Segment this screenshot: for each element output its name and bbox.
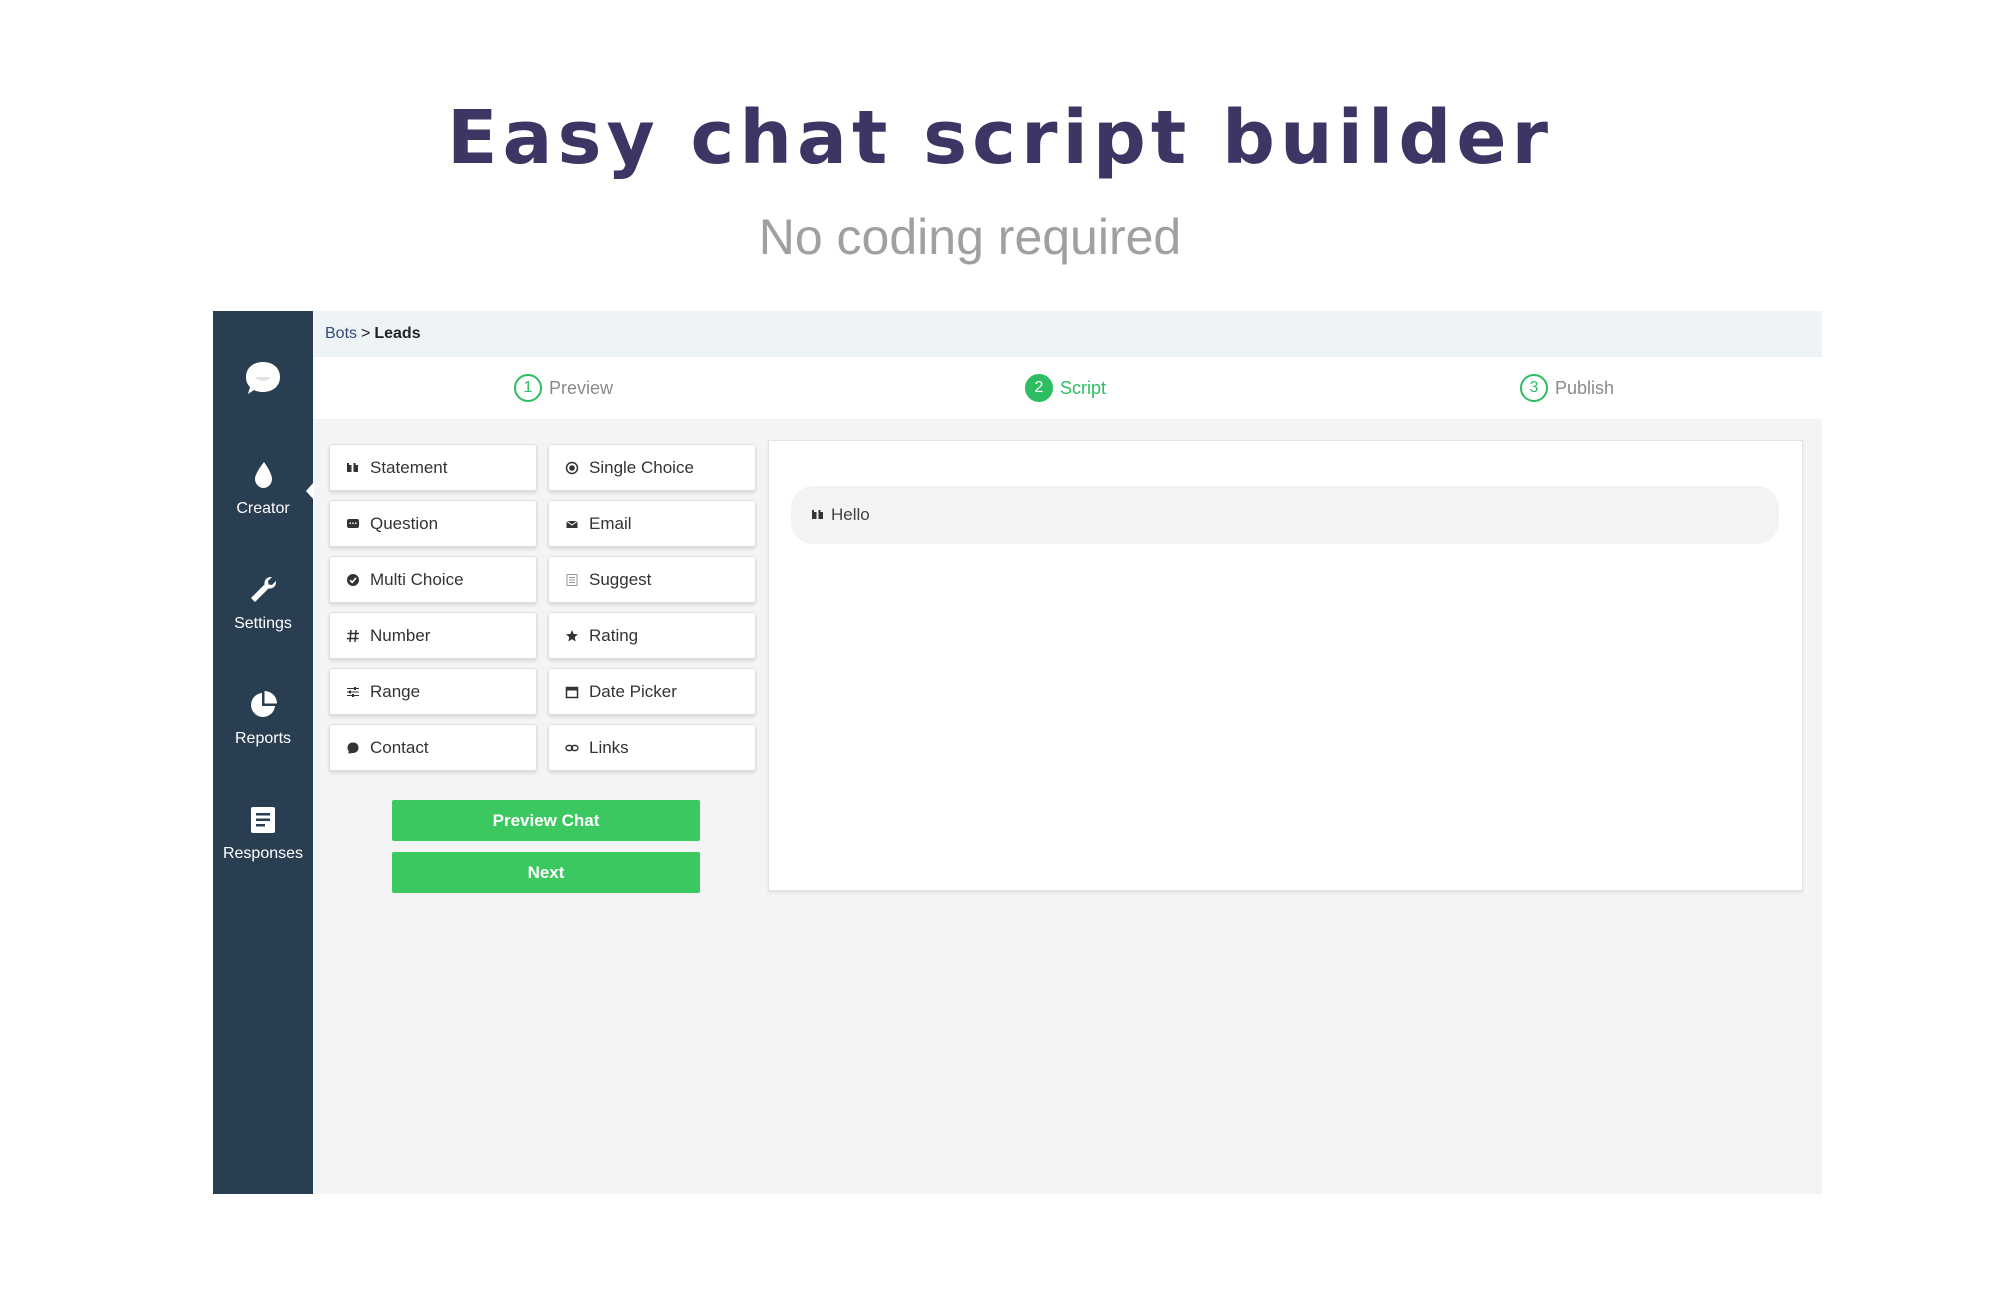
block-date-picker[interactable]: Date Picker bbox=[548, 668, 756, 715]
sidebar: Creator Settings Reports Responses bbox=[213, 311, 314, 1194]
block-single-choice[interactable]: Single Choice bbox=[548, 444, 756, 491]
breadcrumb: Bots > Leads bbox=[325, 325, 421, 343]
step-label: Publish bbox=[1555, 377, 1615, 398]
document-icon bbox=[251, 807, 275, 833]
nav-label-responses: Responses bbox=[222, 845, 304, 862]
step-number: 3 bbox=[1520, 374, 1548, 402]
step-publish[interactable]: 3 Publish bbox=[1520, 374, 1614, 402]
breadcrumb-current: Leads bbox=[374, 325, 421, 342]
nav-item-reports[interactable]: Reports bbox=[213, 689, 313, 748]
breadcrumb-separator: > bbox=[361, 325, 371, 342]
quote-icon bbox=[812, 510, 823, 519]
hash-icon bbox=[347, 629, 359, 642]
block-label: Date Picker bbox=[589, 681, 677, 701]
nav-label-settings: Settings bbox=[234, 615, 292, 632]
block-rating[interactable]: Rating bbox=[548, 612, 756, 659]
drop-icon bbox=[255, 462, 272, 488]
block-label: Statement bbox=[370, 457, 448, 477]
block-number[interactable]: Number bbox=[329, 612, 537, 659]
block-label: Rating bbox=[589, 625, 639, 645]
wrench-icon bbox=[251, 577, 276, 602]
step-preview[interactable]: 1 Preview bbox=[514, 374, 613, 402]
block-label: Email bbox=[589, 513, 632, 533]
script-item-label: Hello bbox=[831, 505, 870, 524]
breadcrumb-bar: Bots > Leads bbox=[313, 311, 1822, 357]
envelope-icon bbox=[566, 520, 578, 528]
nav-label-reports: Reports bbox=[234, 730, 292, 747]
script-canvas: Hello bbox=[768, 440, 1803, 891]
step-label: Script bbox=[1060, 377, 1107, 398]
block-multi-choice[interactable]: Multi Choice bbox=[329, 556, 537, 603]
block-label: Question bbox=[370, 513, 439, 533]
block-label: Links bbox=[589, 737, 629, 757]
link-icon bbox=[565, 744, 579, 751]
hero-title: Easy chat script builder bbox=[446, 95, 1554, 181]
list-icon bbox=[566, 573, 578, 586]
block-label: Suggest bbox=[589, 569, 652, 589]
block-statement[interactable]: Statement bbox=[329, 444, 537, 491]
app-window: Creator Settings Reports Responses Bots … bbox=[213, 311, 1822, 1194]
nav-item-settings[interactable]: Settings bbox=[213, 574, 313, 633]
calendar-icon bbox=[565, 686, 579, 698]
block-label: Multi Choice bbox=[370, 569, 464, 589]
block-question[interactable]: Question bbox=[329, 500, 537, 547]
block-contact[interactable]: Contact bbox=[329, 724, 537, 771]
block-label: Contact bbox=[370, 737, 429, 757]
nav-item-responses[interactable]: Responses bbox=[213, 804, 313, 863]
pie-chart-icon bbox=[251, 691, 277, 717]
block-label: Number bbox=[370, 625, 431, 645]
hero-subtitle: No coding required bbox=[758, 209, 1182, 265]
preview-chat-button[interactable]: Preview Chat bbox=[392, 800, 700, 841]
next-button[interactable]: Next bbox=[392, 852, 700, 893]
radio-icon bbox=[565, 461, 579, 474]
sliders-icon bbox=[347, 686, 359, 697]
block-range[interactable]: Range bbox=[329, 668, 537, 715]
star-icon bbox=[566, 629, 578, 641]
steps-bar: 1 Preview 2 Script 3 Publish bbox=[313, 357, 1822, 419]
nav-label-creator: Creator bbox=[236, 500, 290, 517]
bubble-icon bbox=[347, 742, 359, 753]
step-label: Preview bbox=[549, 377, 614, 398]
nav-item-creator[interactable]: Creator bbox=[213, 459, 313, 518]
chat-bubble-icon[interactable] bbox=[243, 358, 283, 398]
block-label: Single Choice bbox=[589, 457, 694, 477]
script-item[interactable]: Hello bbox=[791, 486, 1779, 544]
step-number: 1 bbox=[514, 374, 542, 402]
step-number: 2 bbox=[1025, 374, 1053, 402]
step-script[interactable]: 2 Script bbox=[1025, 374, 1106, 402]
block-links[interactable]: Links bbox=[548, 724, 756, 771]
block-label: Range bbox=[370, 681, 421, 701]
check-circle-icon bbox=[347, 573, 359, 586]
quote-icon bbox=[347, 462, 358, 472]
block-suggest[interactable]: Suggest bbox=[548, 556, 756, 603]
breadcrumb-link-bots[interactable]: Bots bbox=[325, 325, 357, 342]
speech-box-icon bbox=[347, 518, 359, 528]
active-nav-indicator bbox=[306, 482, 314, 500]
block-email[interactable]: Email bbox=[548, 500, 756, 547]
